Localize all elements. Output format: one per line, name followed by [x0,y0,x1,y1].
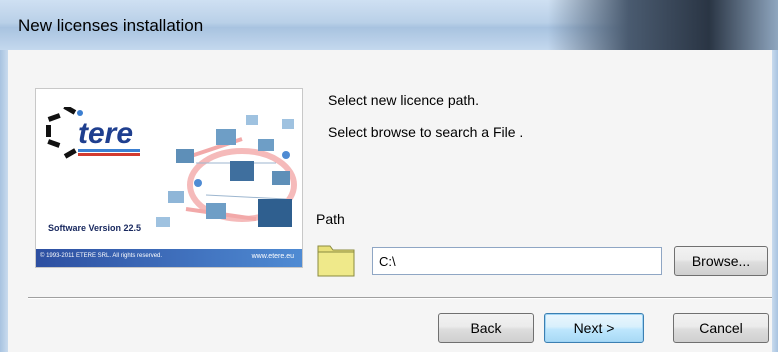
splash-footer: © 1993-2011 ETERE SRL. All rights reserv… [36,249,302,267]
window-title: New licenses installation [18,16,204,35]
separator [28,297,772,299]
product-splash-image: tere Software Version 22.5 © 1993-2011 E… [35,88,303,268]
website-text: www.etere.eu [251,253,294,260]
back-button[interactable]: Back [438,313,534,343]
path-input[interactable] [372,247,662,275]
cancel-button[interactable]: Cancel [673,313,769,343]
dialog-content: tere Software Version 22.5 © 1993-2011 E… [8,50,772,352]
license-installation-window: New licenses installation tere Software … [0,0,778,352]
instruction-line-2: Select browse to search a File . [328,124,524,140]
instruction-line-1: Select new licence path. [328,92,479,108]
title-bar: New licenses installation [0,0,778,50]
path-label: Path [316,211,345,227]
browse-button[interactable]: Browse... [674,246,768,276]
next-button[interactable]: Next > [544,313,644,343]
copyright-text: © 1993-2011 ETERE SRL. All rights reserv… [40,253,163,259]
logo-text: tere [78,117,133,150]
etere-logo-icon: tere [46,107,140,159]
window-frame-right [772,50,778,352]
title-bar-dark-area [548,0,778,50]
network-illustration [156,115,297,227]
folder-icon[interactable] [316,240,356,278]
software-version: Software Version 22.5 [48,223,142,233]
window-frame-left [0,50,8,352]
